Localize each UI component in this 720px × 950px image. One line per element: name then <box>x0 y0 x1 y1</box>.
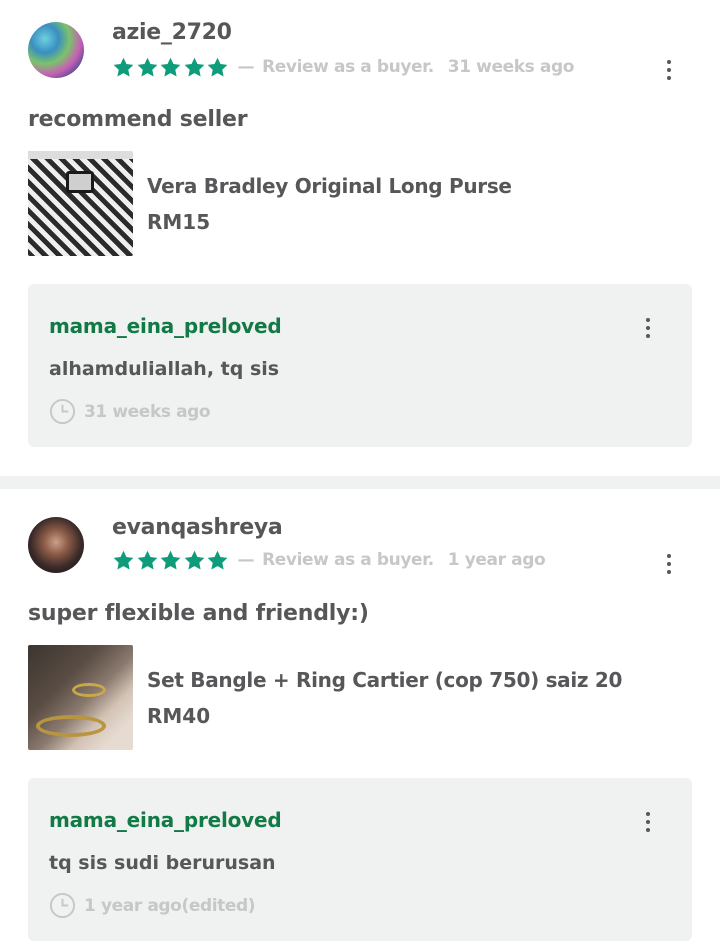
reviewer-username[interactable]: evanqashreya <box>112 515 283 540</box>
product-price: RM15 <box>147 210 211 234</box>
product-price: RM40 <box>147 704 211 728</box>
seller-username[interactable]: mama_eina_preloved <box>49 314 282 338</box>
more-options-icon[interactable] <box>659 550 679 578</box>
review-role: Review as a buyer. <box>262 550 434 570</box>
reply-time-row: 1 year ago(edited) <box>49 892 256 919</box>
star-icon <box>183 549 206 572</box>
star-rating <box>112 549 230 572</box>
seller-reply: mama_eina_preloved alhamduliallah, tq si… <box>28 284 692 447</box>
product-thumbnail[interactable] <box>28 151 133 256</box>
review-comment: super flexible and friendly:) <box>28 601 369 626</box>
review-time: 31 weeks ago <box>447 57 575 77</box>
review-meta: — Review as a buyer. 1 year ago <box>112 547 546 573</box>
reviewer-username[interactable]: azie_2720 <box>112 20 232 45</box>
meta-dash: — <box>237 57 255 77</box>
more-options-icon[interactable] <box>659 56 679 84</box>
seller-reply: mama_eina_preloved tq sis sudi berurusan… <box>28 778 692 941</box>
review-comment: recommend seller <box>28 107 248 132</box>
clock-icon <box>49 892 76 919</box>
star-icon <box>136 56 159 79</box>
star-rating <box>112 56 230 79</box>
star-icon <box>159 549 182 572</box>
seller-username[interactable]: mama_eina_preloved <box>49 808 282 832</box>
reply-text: tq sis sudi berurusan <box>49 852 276 874</box>
more-options-icon[interactable] <box>638 808 658 836</box>
meta-dash: — <box>237 550 255 570</box>
product-thumbnail[interactable] <box>28 645 133 750</box>
section-divider <box>0 476 720 489</box>
reply-text: alhamduliallah, tq sis <box>49 358 280 380</box>
user-avatar[interactable] <box>28 517 84 573</box>
star-icon <box>136 549 159 572</box>
reply-time: 31 weeks ago <box>84 401 211 422</box>
review-card: azie_2720 — Review as a buyer. 31 weeks … <box>0 0 720 476</box>
user-avatar[interactable] <box>28 22 84 78</box>
product-name[interactable]: Vera Bradley Original Long Purse <box>147 174 512 198</box>
review-card: evanqashreya — Review as a buyer. 1 year… <box>0 489 720 950</box>
star-icon <box>159 56 182 79</box>
product-name[interactable]: Set Bangle + Ring Cartier (cop 750) saiz… <box>147 668 622 692</box>
star-icon <box>112 56 135 79</box>
star-icon <box>112 549 135 572</box>
reply-time: 1 year ago(edited) <box>84 895 256 916</box>
review-meta: — Review as a buyer. 31 weeks ago <box>112 54 574 80</box>
star-icon <box>183 56 206 79</box>
reply-time-row: 31 weeks ago <box>49 398 211 425</box>
clock-icon <box>49 398 76 425</box>
star-icon <box>206 56 229 79</box>
more-options-icon[interactable] <box>638 314 658 342</box>
review-role: Review as a buyer. <box>262 57 434 77</box>
review-time: 1 year ago <box>447 550 546 570</box>
star-icon <box>206 549 229 572</box>
